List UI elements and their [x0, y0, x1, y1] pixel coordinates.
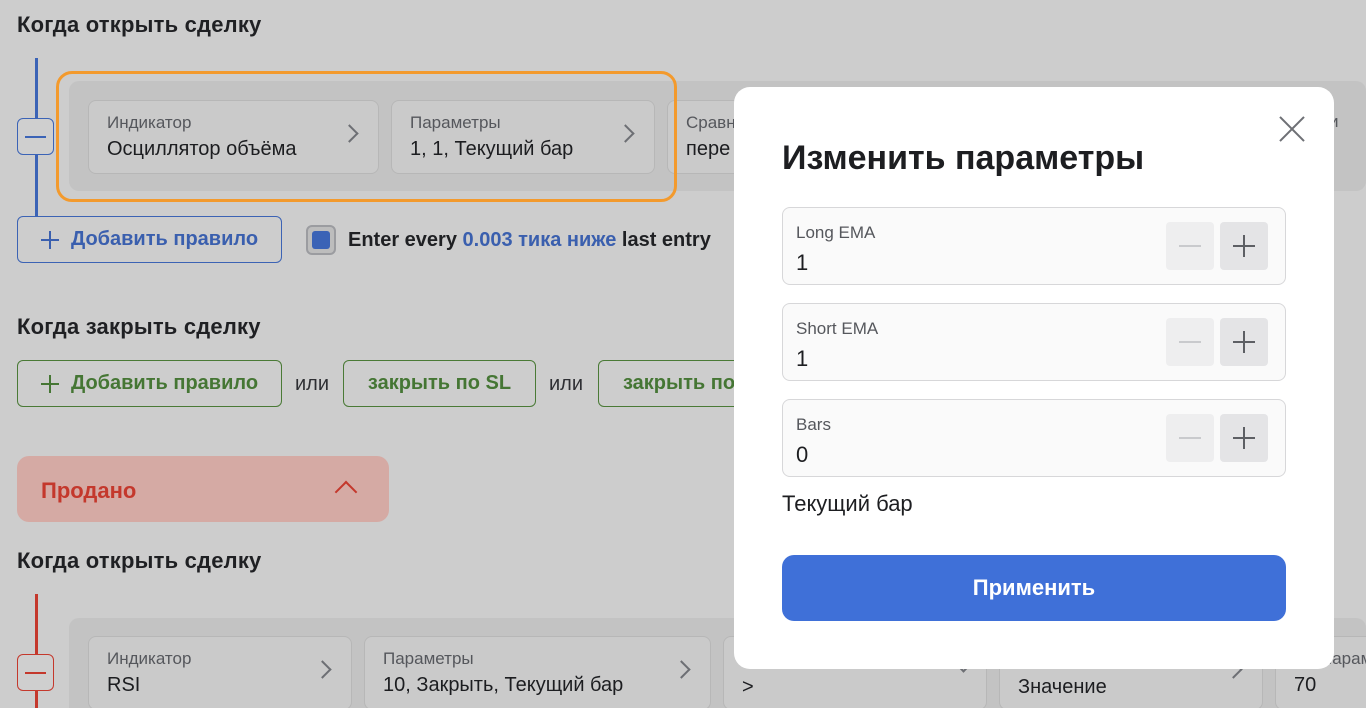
plus-icon-vertical: [1243, 427, 1245, 449]
bars-stepper[interactable]: Bars 0: [782, 399, 1286, 477]
bars-value[interactable]: 0: [796, 442, 808, 468]
checkbox-check-icon: [312, 231, 330, 249]
sold-indicator-label: Индикатор: [107, 649, 192, 668]
plus-icon: [40, 230, 59, 249]
sold-indicator-value: RSI: [107, 674, 141, 696]
close-by-tp-label: закрыть по: [623, 372, 736, 394]
long-ema-value[interactable]: 1: [796, 250, 808, 276]
minus-icon: [25, 671, 46, 674]
long-ema-label: Long EMA: [796, 223, 876, 242]
bars-increment-button[interactable]: [1220, 414, 1268, 462]
close-add-rule-button[interactable]: Добавить правило: [17, 360, 282, 407]
close-by-sl-button[interactable]: закрыть по SL: [343, 360, 536, 407]
close-deal-title: Когда закрыть сделку: [17, 314, 261, 339]
modal-title: Изменить параметры: [782, 139, 1145, 177]
minus-icon: [1179, 437, 1201, 439]
sold-value-value: Значение: [1018, 676, 1107, 698]
short-ema-increment-button[interactable]: [1220, 318, 1268, 366]
sold-params-value: 10, Закрыть, Текущий бар: [383, 674, 624, 696]
add-rule-label: Добавить правило: [70, 228, 259, 250]
chevron-up-icon: [334, 480, 358, 504]
bar-mode-text: Текущий бар: [782, 491, 913, 516]
plus-icon-vertical: [1243, 235, 1245, 257]
bars-label: Bars: [796, 415, 831, 434]
close-add-rule-label: Добавить правило: [70, 372, 259, 394]
short-ema-stepper[interactable]: Short EMA 1: [782, 303, 1286, 381]
edit-params-modal: Изменить параметры Long EMA 1 Short EMA …: [734, 87, 1334, 669]
remove-rule-button[interactable]: [17, 118, 54, 155]
sold-open-deal-title: Когда открыть сделку: [17, 548, 262, 573]
or-separator: или: [295, 373, 330, 395]
minus-icon: [1179, 341, 1201, 343]
plus-icon: [40, 374, 59, 393]
bars-decrement-button[interactable]: [1166, 414, 1214, 462]
enter-every-text: Enter every 0.003 тика ниже last entry: [348, 229, 711, 252]
short-ema-value[interactable]: 1: [796, 346, 808, 372]
long-ema-decrement-button[interactable]: [1166, 222, 1214, 270]
sold-params-selector[interactable]: Параметры 10, Закрыть, Текущий бар: [364, 636, 711, 708]
sold-section-header[interactable]: Продано: [17, 456, 389, 522]
long-ema-stepper[interactable]: Long EMA 1: [782, 207, 1286, 285]
close-by-sl-label: закрыть по SL: [367, 372, 512, 394]
enter-prefix: Enter every: [348, 229, 463, 251]
selected-rule-highlight: [56, 71, 677, 202]
sold-params-label: Параметры: [383, 649, 474, 668]
short-ema-decrement-button[interactable]: [1166, 318, 1214, 366]
long-ema-increment-button[interactable]: [1220, 222, 1268, 270]
sold-extra-value: 70: [1294, 674, 1317, 696]
add-rule-button[interactable]: Добавить правило: [17, 216, 282, 263]
sold-header-label: Продано: [41, 478, 137, 503]
minus-icon: [25, 135, 46, 138]
sold-remove-rule-button[interactable]: [17, 654, 54, 691]
open-deal-title: Когда открыть сделку: [17, 12, 262, 37]
enter-every-checkbox[interactable]: [306, 225, 336, 255]
close-icon[interactable]: [1278, 115, 1306, 143]
minus-icon: [1179, 245, 1201, 247]
plus-icon-vertical: [1243, 331, 1245, 353]
sold-compare-value: >: [742, 676, 754, 698]
apply-button[interactable]: Применить: [782, 555, 1286, 621]
short-ema-label: Short EMA: [796, 319, 879, 338]
sold-indicator-selector[interactable]: Индикатор RSI: [88, 636, 352, 708]
enter-suffix: last entry: [616, 229, 711, 251]
or-separator: или: [549, 373, 584, 395]
enter-step-link[interactable]: 0.003 тика ниже: [463, 229, 617, 251]
